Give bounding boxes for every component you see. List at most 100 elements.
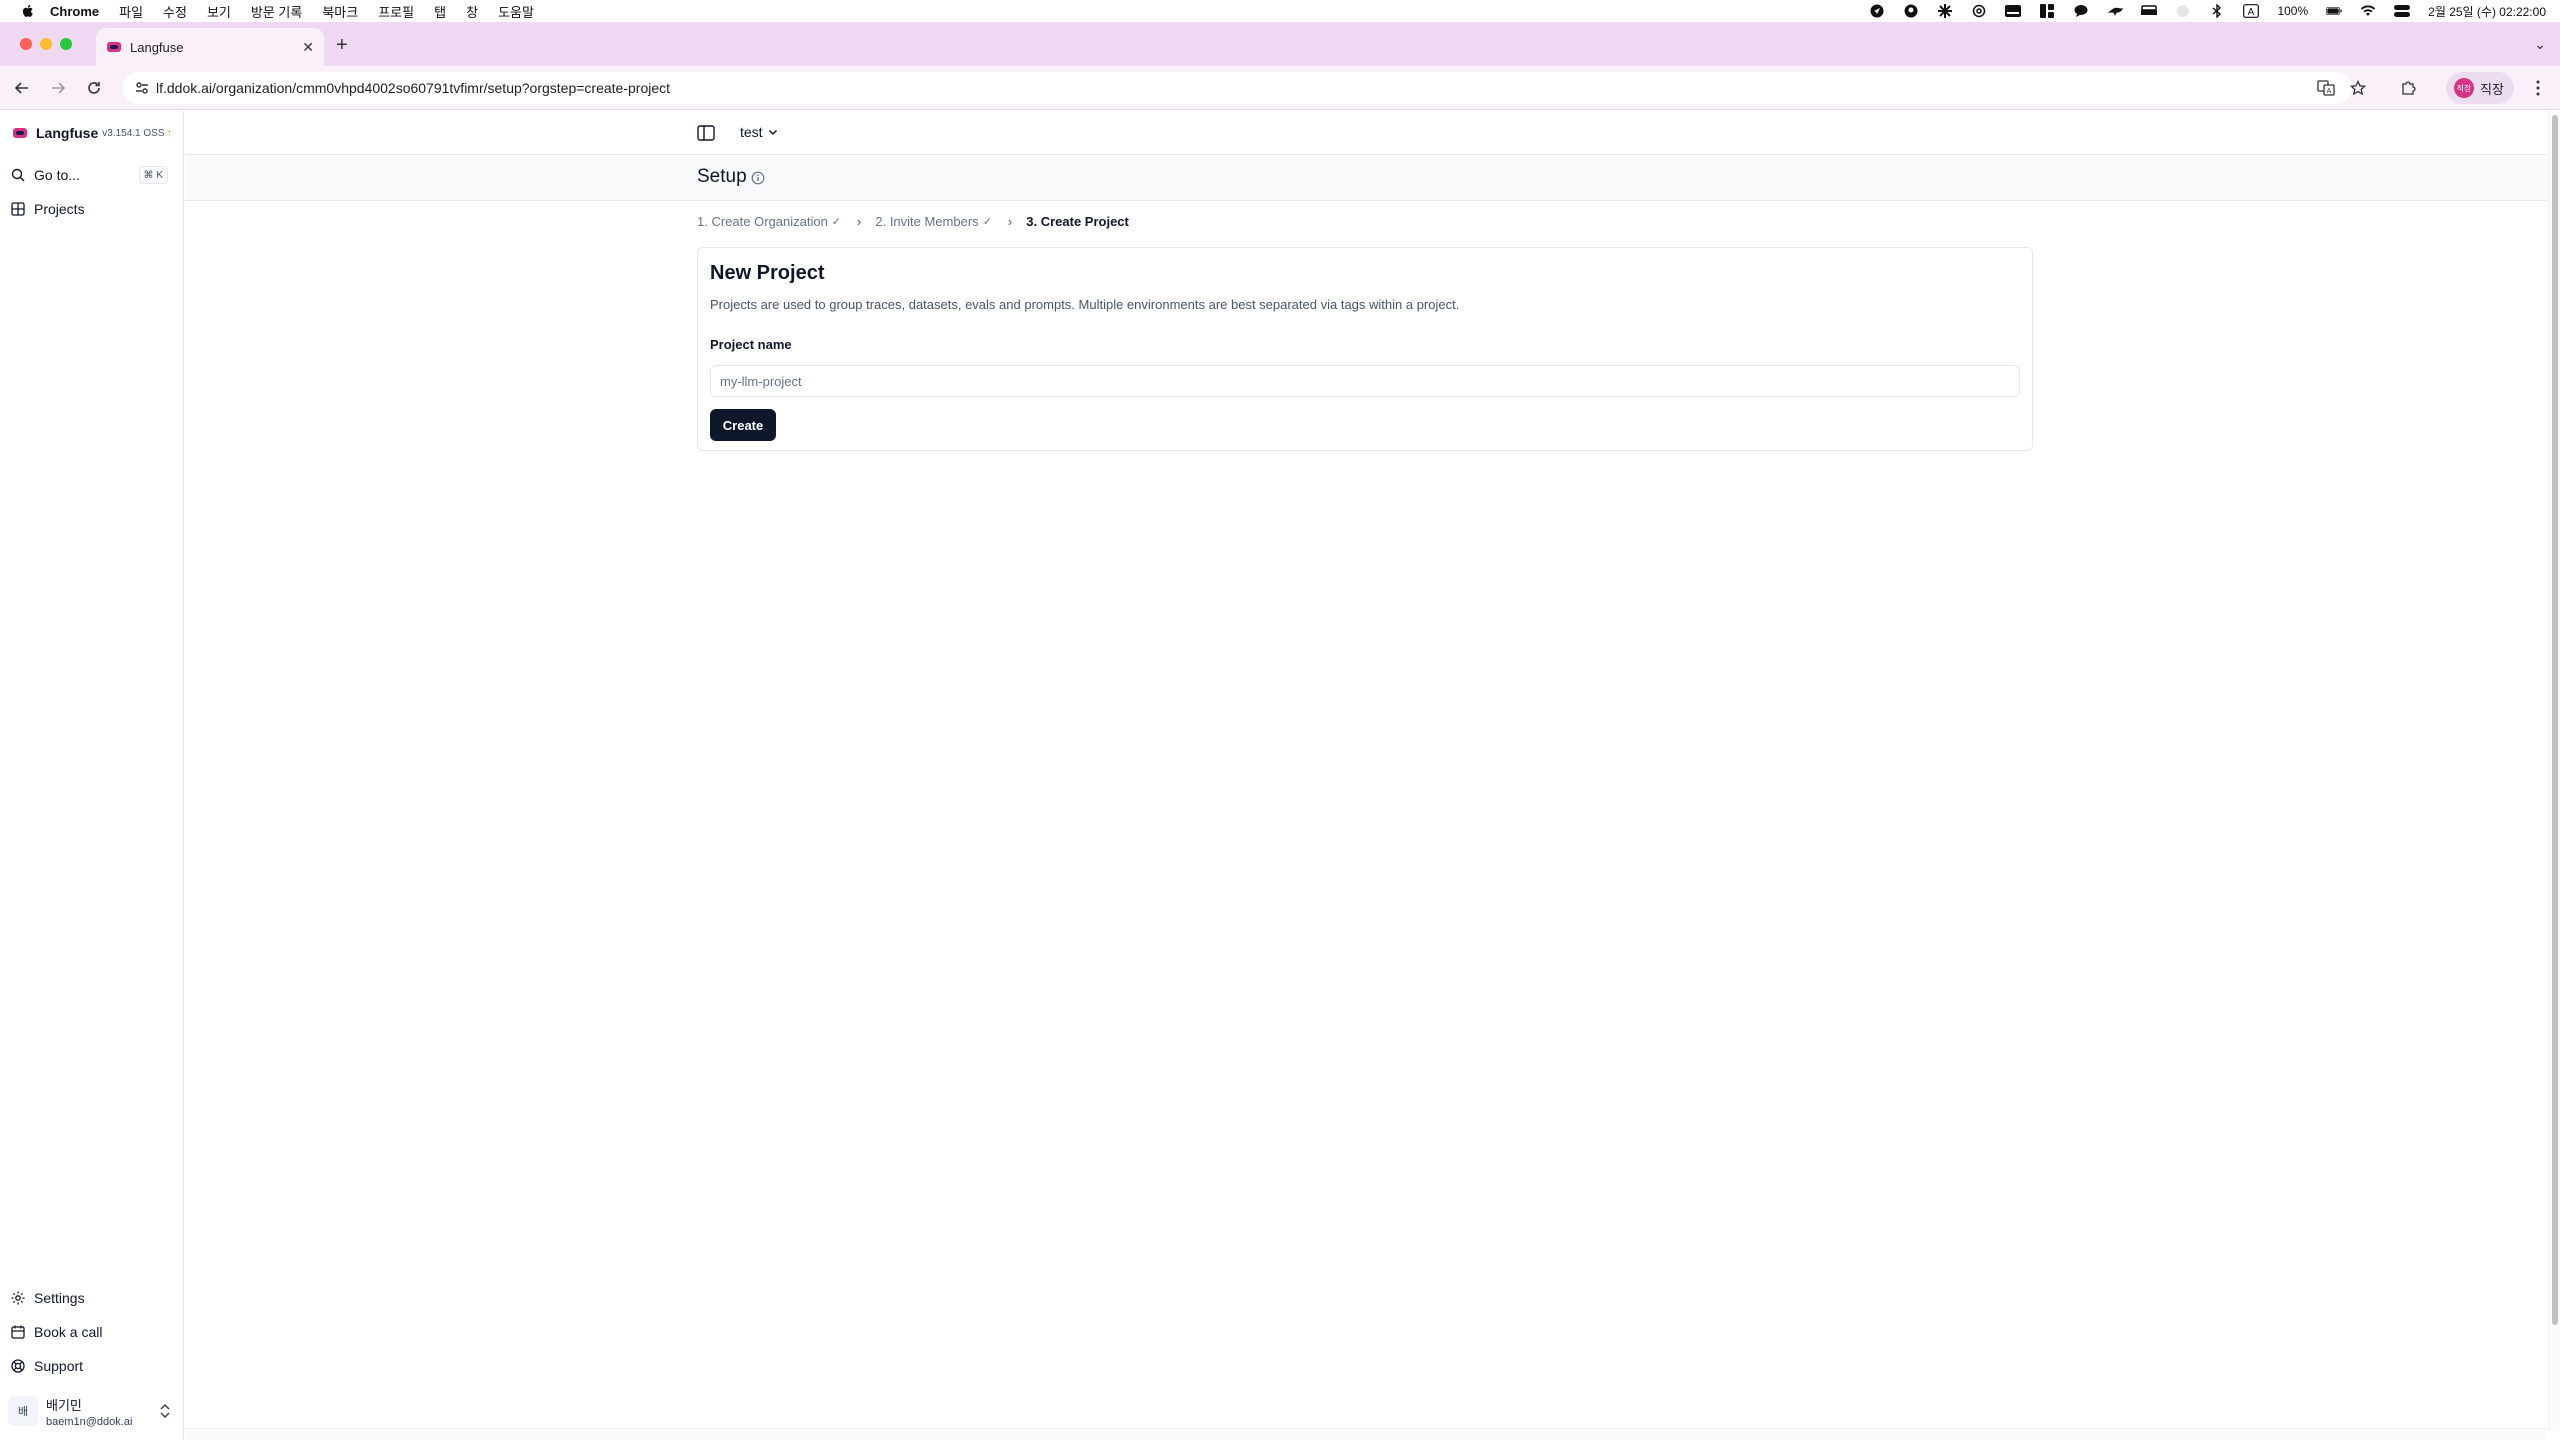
app-topbar: test (185, 111, 2547, 155)
org-switcher[interactable]: test (740, 124, 779, 140)
browser-tab-strip: Langfuse ✕ + ⌄ (0, 22, 2560, 66)
update-indicator-icon[interactable]: ↑ (167, 128, 172, 139)
url-text: lf.ddok.ai/organization/cmm0vhpd4002so60… (156, 80, 671, 96)
langfuse-logo-icon (13, 128, 27, 138)
apple-icon[interactable] (20, 3, 36, 19)
svg-text:A: A (2248, 7, 2255, 18)
macos-menubar: Chrome 파일 수정 보기 방문 기록 북마크 프로필 탭 창 도움말 A … (0, 0, 2560, 22)
version-label: v3.154.1 OSS (102, 127, 165, 139)
chat-status-icon[interactable] (2073, 3, 2089, 19)
profile-avatar: 직장 (2454, 78, 2474, 98)
setup-steps: 1. Create Organization ✓ › 2. Invite Mem… (697, 214, 1129, 229)
sidebar-item-label: Go to... (34, 167, 80, 183)
app-sidebar: Langfuse v3.154.1 OSS ↑ Go to... ⌘ K Pro… (0, 111, 184, 1440)
menu-bookmarks[interactable]: 북마크 (322, 2, 358, 21)
brand-name: Langfuse (36, 125, 99, 141)
step-create-organization: 1. Create Organization (697, 214, 828, 229)
gear-icon (11, 1291, 25, 1305)
wifi-icon[interactable] (2360, 3, 2376, 19)
reload-icon[interactable] (84, 78, 104, 98)
github-status-icon[interactable] (1903, 3, 1919, 19)
create-button[interactable]: Create (710, 409, 776, 441)
user-name: 배기민 (46, 1397, 82, 1413)
vertical-scrollbar[interactable] (2548, 111, 2560, 1431)
user-email: baem1n@ddok.ai (46, 1415, 133, 1428)
circle-status-icon[interactable] (2175, 3, 2191, 19)
langfuse-favicon-icon (107, 42, 121, 52)
new-tab-icon[interactable]: + (336, 34, 348, 57)
info-icon[interactable] (751, 171, 765, 185)
goto-shortcut: ⌘ K (138, 166, 168, 184)
step-invite-members: 2. Invite Members (875, 214, 979, 229)
input-source-icon[interactable]: A (2243, 3, 2260, 19)
tab-close-icon[interactable]: ✕ (302, 39, 314, 56)
chevron-right-icon: › (1007, 214, 1013, 229)
sidebar-item-support[interactable]: Support (8, 1352, 176, 1380)
battery-icon[interactable] (2326, 3, 2342, 19)
sparkle-status-icon[interactable] (1937, 3, 1953, 19)
profile-button[interactable]: 직장 직장 (2446, 72, 2514, 104)
tab-title: Langfuse (130, 39, 184, 55)
bed-status-icon[interactable] (2141, 3, 2158, 19)
horizontal-scrollbar[interactable] (185, 1428, 2547, 1440)
window-zoom-button[interactable] (60, 38, 72, 50)
page-title: Setup (697, 166, 747, 187)
bookmark-star-icon[interactable] (2348, 78, 2368, 98)
user-menu[interactable]: 배 배기민 baem1n@ddok.ai (8, 1391, 176, 1431)
chevron-right-icon: › (857, 214, 862, 229)
profile-label: 직장 (2480, 81, 2504, 97)
bird-status-icon[interactable] (2107, 3, 2124, 19)
site-settings-icon[interactable] (134, 80, 150, 96)
sidebar-item-label: Projects (34, 201, 85, 217)
battery-percent: 100% (2277, 4, 2309, 18)
sidebar-item-projects[interactable]: Projects (8, 195, 176, 223)
bluetooth-icon[interactable] (2209, 3, 2225, 19)
menu-app-name[interactable]: Chrome (50, 4, 99, 19)
sidebar-item-label: Book a call (34, 1324, 103, 1340)
address-bar[interactable]: lf.ddok.ai/organization/cmm0vhpd4002so60… (122, 72, 2352, 104)
grid-status-icon[interactable] (2039, 3, 2055, 19)
status-area: A 100% 2월 25일 (수) 02:22:00 (1869, 0, 2546, 22)
sidebar-item-label: Settings (34, 1290, 85, 1306)
sidebar-item-settings[interactable]: Settings (8, 1284, 176, 1312)
window-minimize-button[interactable] (40, 38, 52, 50)
chrome-menu-icon[interactable] (2528, 78, 2548, 98)
search-icon (11, 168, 25, 182)
menu-view[interactable]: 보기 (207, 2, 231, 21)
navigation-status-icon[interactable] (1869, 3, 1885, 19)
chevron-down-icon (768, 129, 777, 136)
extensions-icon[interactable] (2398, 78, 2418, 98)
menu-profiles[interactable]: 프로필 (378, 2, 414, 21)
browser-toolbar: lf.ddok.ai/organization/cmm0vhpd4002so60… (0, 66, 2560, 110)
sidebar-toggle-icon[interactable] (696, 123, 716, 143)
project-name-label: Project name (710, 337, 792, 352)
tab-search-chevron-icon[interactable]: ⌄ (2534, 36, 2546, 53)
menu-history[interactable]: 방문 기록 (251, 2, 302, 21)
menu-edit[interactable]: 수정 (163, 2, 187, 21)
control-center-icon[interactable] (2394, 3, 2411, 19)
back-icon[interactable] (12, 78, 32, 98)
sidebar-item-goto[interactable]: Go to... ⌘ K (8, 161, 176, 189)
brand[interactable]: Langfuse v3.154.1 OSS ↑ (12, 125, 172, 141)
menubar-clock[interactable]: 2월 25일 (수) 02:22:00 (2428, 3, 2546, 20)
menu-window[interactable]: 창 (466, 2, 478, 21)
sidebar-item-book-call[interactable]: Book a call (8, 1318, 176, 1346)
menu-help[interactable]: 도움말 (498, 2, 534, 21)
browser-tab-langfuse[interactable]: Langfuse ✕ (96, 28, 324, 66)
check-icon: ✓ (831, 216, 842, 228)
forward-icon[interactable] (48, 78, 68, 98)
org-name: test (740, 124, 763, 140)
window-close-button[interactable] (20, 38, 32, 50)
sidebar-item-label: Support (34, 1358, 84, 1374)
page-header: Setup (185, 155, 2547, 201)
openai-status-icon[interactable] (1971, 3, 1987, 19)
calendar-icon (11, 1325, 25, 1339)
project-name-input[interactable] (710, 365, 2020, 397)
menu-tab[interactable]: 탭 (434, 2, 446, 21)
scrollbar-thumb[interactable] (2552, 115, 2558, 1325)
dock-status-icon[interactable] (2005, 3, 2022, 19)
menu-file[interactable]: 파일 (119, 2, 143, 21)
step-create-project: 3. Create Project (1026, 214, 1129, 229)
translate-icon[interactable]: A (2316, 78, 2336, 98)
avatar: 배 (8, 1396, 38, 1426)
